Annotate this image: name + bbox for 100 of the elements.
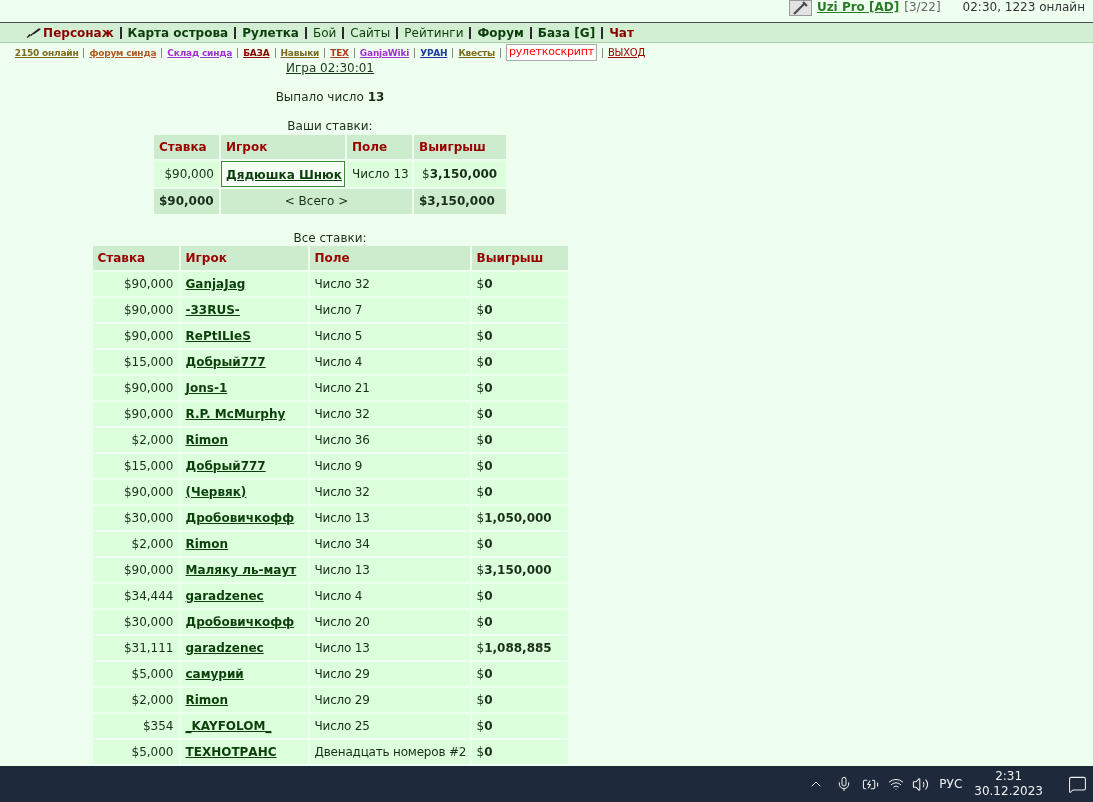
sub-link[interactable]: GanjaWiki bbox=[359, 46, 410, 59]
column-header: Ставка bbox=[92, 246, 179, 270]
table-title: Все ставки: bbox=[293, 231, 367, 245]
table-cell: $30,000 bbox=[92, 610, 179, 634]
table-cell: $2,000 bbox=[92, 688, 179, 712]
table-cell: $0 bbox=[471, 376, 568, 400]
column-header: Игрок bbox=[221, 135, 345, 159]
game-link[interactable]: Игра 02:30:01 bbox=[286, 61, 374, 75]
nav-link[interactable]: Чат bbox=[609, 24, 634, 41]
table-cell: $90,000 bbox=[92, 272, 179, 296]
table-cell: $0 bbox=[471, 324, 568, 348]
table-cell: Число 13 bbox=[347, 161, 412, 187]
user-link[interactable]: Uzi Pro [AD] bbox=[816, 0, 900, 14]
table-cell: $0 bbox=[471, 532, 568, 556]
table-cell: $90,000 bbox=[92, 376, 179, 400]
table-cell: $3,150,000 bbox=[471, 558, 568, 582]
table-cell: Число 34 bbox=[309, 532, 470, 556]
user-rank: [3/22] bbox=[904, 0, 941, 14]
table-cell: Число 21 bbox=[309, 376, 470, 400]
nav-link[interactable]: Персонаж bbox=[43, 24, 114, 41]
table-cell: Число 32 bbox=[309, 480, 470, 504]
column-header: Ставка bbox=[154, 135, 219, 159]
notification-icon[interactable] bbox=[1068, 774, 1087, 794]
nav-link[interactable]: Форум bbox=[477, 24, 524, 41]
sub-link[interactable]: УРАН bbox=[420, 46, 448, 59]
table-cell: Число 20 bbox=[309, 610, 470, 634]
table-cell: $90,000 bbox=[154, 189, 219, 214]
nav-link[interactable]: Рейтинги bbox=[404, 24, 464, 41]
column-header: Поле bbox=[347, 135, 412, 159]
sub-link[interactable]: Квесты bbox=[458, 46, 496, 59]
column-header: Выигрыш bbox=[414, 135, 506, 159]
nav-link[interactable]: Бой bbox=[312, 24, 337, 41]
table-cell: $0 bbox=[471, 350, 568, 374]
table-cell: $0 bbox=[471, 662, 568, 686]
table-cell: $0 bbox=[471, 480, 568, 504]
table-cell: Число 13 bbox=[309, 506, 470, 530]
table-cell: $90,000 bbox=[92, 402, 179, 426]
table-cell: $354 bbox=[92, 714, 179, 738]
table-cell: $31,111 bbox=[92, 636, 179, 660]
table-cell: $15,000 bbox=[92, 350, 179, 374]
table-cell: $15,000 bbox=[92, 454, 179, 478]
wifi-icon[interactable] bbox=[888, 776, 905, 792]
table-cell: $2,000 bbox=[92, 532, 179, 556]
table-cell: $0 bbox=[471, 714, 568, 738]
sub-link[interactable]: 2150 онлайн bbox=[14, 46, 79, 59]
result-text: Выпало число 13 bbox=[275, 90, 385, 104]
table-cell: $0 bbox=[471, 428, 568, 452]
table-cell: Число 36 bbox=[309, 428, 470, 452]
rifle-icon bbox=[26, 27, 42, 38]
table-cell: $0 bbox=[471, 584, 568, 608]
table-cell: Число 5 bbox=[309, 324, 470, 348]
script-link[interactable]: рулеткоскрипт bbox=[506, 44, 597, 61]
nav-link[interactable]: Сайты bbox=[350, 24, 391, 41]
player-link[interactable]: Дядюшка Шнюк bbox=[226, 168, 342, 182]
table-cell: $1,088,885 bbox=[471, 636, 568, 660]
table-title: Ваши ставки: bbox=[287, 119, 373, 133]
table-cell: Число 13 bbox=[309, 636, 470, 660]
table-cell: Число 4 bbox=[309, 350, 470, 374]
table-cell: Число 25 bbox=[309, 714, 470, 738]
nav-link[interactable]: Карта острова bbox=[127, 24, 229, 41]
hammer-icon bbox=[788, 0, 812, 16]
table-cell: Число 29 bbox=[309, 688, 470, 712]
table-cell: Число 4 bbox=[309, 584, 470, 608]
table-cell: Двенадцать номеров #2 bbox=[309, 740, 470, 764]
table-cell: $0 bbox=[471, 610, 568, 634]
sub-link[interactable]: ТЕХ bbox=[330, 46, 349, 59]
player-link[interactable]: Jons-1 bbox=[185, 381, 228, 395]
table-cell: $5,000 bbox=[92, 662, 179, 686]
nav-link[interactable]: База [G] bbox=[537, 24, 596, 41]
table-cell: $90,000 bbox=[154, 161, 219, 187]
table-cell: $0 bbox=[471, 454, 568, 478]
table-cell: $90,000 bbox=[92, 298, 179, 322]
table-cell: $1,050,000 bbox=[471, 506, 568, 530]
column-header: Выигрыш bbox=[471, 246, 568, 270]
table-cell: $0 bbox=[471, 272, 568, 296]
speaker-icon[interactable] bbox=[912, 775, 930, 793]
table-cell: $90,000 bbox=[92, 558, 179, 582]
column-header: Игрок bbox=[180, 246, 308, 270]
table-cell: $0 bbox=[471, 298, 568, 322]
table-cell: $0 bbox=[471, 740, 568, 764]
table-cell: Число 32 bbox=[309, 272, 470, 296]
logout-link[interactable]: ВЫХОД bbox=[607, 46, 646, 59]
sub-link[interactable]: Навыки bbox=[280, 46, 320, 59]
clock-date[interactable]: 30.12.2023 bbox=[974, 784, 1043, 799]
table-cell: $3,150,000 bbox=[414, 161, 506, 187]
sub-link[interactable]: форум синда bbox=[89, 46, 157, 59]
table-cell: $34,444 bbox=[92, 584, 179, 608]
table-cell: $3,150,000 bbox=[414, 189, 506, 214]
table-cell: Число 13 bbox=[309, 558, 470, 582]
clock-time[interactable]: 2:31 bbox=[995, 769, 1023, 784]
language-indicator[interactable]: РУС bbox=[939, 775, 963, 793]
table-cell: $5,000 bbox=[92, 740, 179, 764]
table-cell: $0 bbox=[471, 688, 568, 712]
column-header: Поле bbox=[309, 246, 470, 270]
sub-link[interactable]: Склад синда bbox=[167, 46, 233, 59]
sub-link[interactable]: БАЗА bbox=[243, 46, 270, 59]
table-cell: Число 9 bbox=[309, 454, 470, 478]
table-cell: Число 32 bbox=[309, 402, 470, 426]
nav-link[interactable]: Рулетка bbox=[242, 24, 299, 41]
table-cell: $90,000 bbox=[92, 324, 179, 348]
